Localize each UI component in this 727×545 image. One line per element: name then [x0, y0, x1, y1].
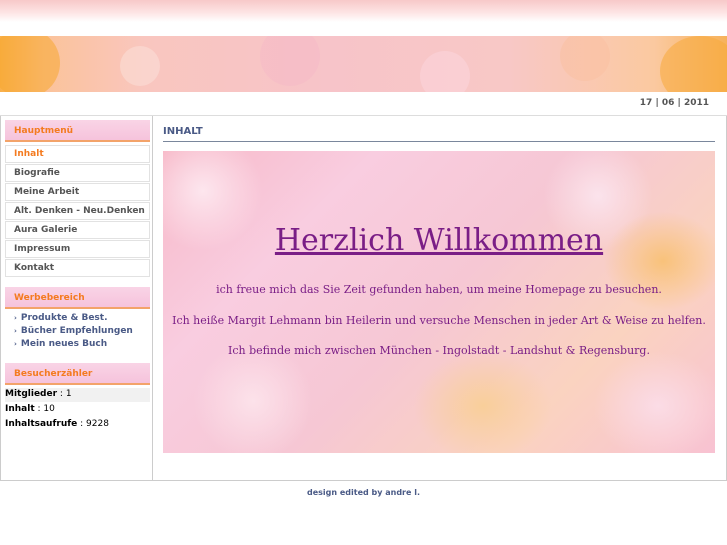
welcome-line-1: ich freue mich das Sie Zeit gefunden hab… — [216, 283, 662, 296]
sidebar: Hauptmenü Inhalt Biografie Meine Arbeit … — [1, 116, 153, 480]
stat-value: : 9228 — [80, 419, 109, 429]
ads-link-label: Bücher Empfehlungen — [20, 326, 133, 336]
stat-content: Inhalt : 10 — [5, 403, 150, 417]
arrow-right-icon: › — [14, 340, 17, 348]
footer-credit: design edited by andre l. — [306, 488, 420, 497]
menu-item-inhalt[interactable]: Inhalt — [5, 145, 150, 163]
stat-label: Inhaltsaufrufe — [5, 419, 78, 429]
ads-header: Werbebereich — [5, 287, 150, 309]
content-area: INHALT Herzlich Willkommen ich freue mic… — [154, 116, 726, 480]
date-bar: 17 | 06 | 2011 — [0, 92, 727, 116]
current-date: 17 | 06 | 2011 — [639, 98, 709, 108]
main-frame: Hauptmenü Inhalt Biografie Meine Arbeit … — [0, 116, 727, 481]
content-title: INHALT — [163, 126, 715, 142]
menu-item-kontakt[interactable]: Kontakt — [5, 259, 150, 277]
ads-link-label: Produkte & Best. — [20, 313, 108, 323]
arrow-right-icon: › — [14, 327, 17, 335]
ads-link-label: Mein neues Buch — [20, 339, 108, 349]
ads-link-buecher[interactable]: › Bücher Empfehlungen — [14, 326, 133, 336]
welcome-line-3: Ich befinde mich zwischen München - Ingo… — [228, 344, 650, 357]
top-strip — [0, 0, 727, 22]
welcome-heading: Herzlich Willkommen — [274, 223, 604, 258]
stat-members: Mitglieder : 1 — [5, 388, 150, 402]
menu-item-aura-galerie[interactable]: Aura Galerie — [5, 221, 150, 239]
stat-value: : 1 — [59, 389, 72, 399]
ads-link-produkte[interactable]: › Produkte & Best. — [14, 313, 108, 323]
welcome-line-2: Ich heiße Margit Lehmann bin Heilerin un… — [172, 314, 706, 327]
header-banner — [0, 36, 727, 92]
welcome-image: Herzlich Willkommen ich freue mich das S… — [163, 151, 715, 453]
stat-views: Inhaltsaufrufe : 9228 — [5, 418, 150, 432]
ads-link-buch[interactable]: › Mein neues Buch — [14, 339, 107, 349]
menu-item-meine-arbeit[interactable]: Meine Arbeit — [5, 183, 150, 201]
stat-label: Mitglieder — [5, 389, 58, 399]
main-menu-header: Hauptmenü — [5, 120, 150, 142]
counter-header: Besucherzähler — [5, 363, 150, 385]
menu-item-impressum[interactable]: Impressum — [5, 240, 150, 258]
stat-label: Inhalt — [5, 404, 35, 414]
menu-item-alt-denken[interactable]: Alt. Denken - Neu.Denken — [5, 202, 150, 220]
arrow-right-icon: › — [14, 314, 17, 322]
menu-item-biografie[interactable]: Biografie — [5, 164, 150, 182]
stat-value: : 10 — [37, 404, 55, 414]
